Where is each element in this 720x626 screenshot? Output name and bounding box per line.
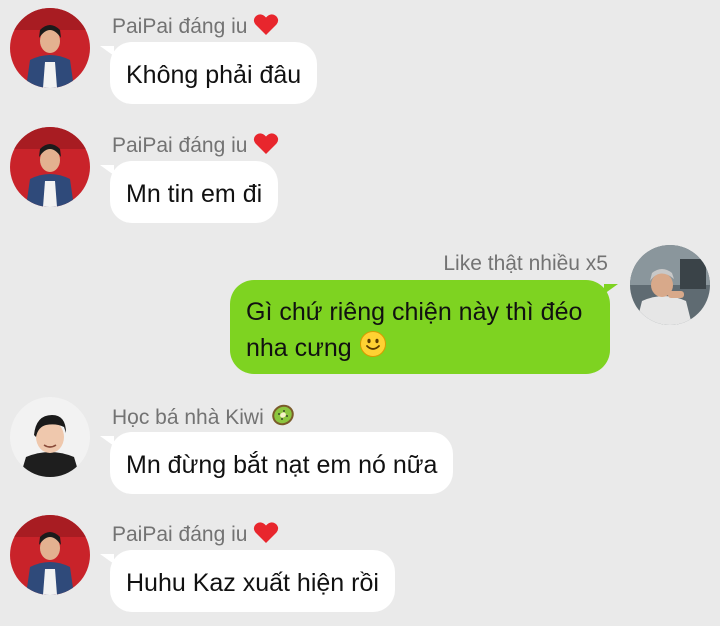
sender-name: PaiPai đáng iu <box>112 520 279 550</box>
avatar[interactable] <box>10 8 90 88</box>
message-text: nha cưng <box>246 334 352 362</box>
avatar[interactable] <box>10 397 90 477</box>
sender-name: Học bá nhà Kiwi <box>112 402 296 434</box>
sender-name: Like thật nhiều x5 <box>443 252 608 276</box>
message-text-line: nha cưng <box>246 330 594 368</box>
message-text-line: Gì chứ riêng chiện này thì đéo <box>246 298 583 326</box>
sender-name-text: PaiPai đáng iu <box>112 134 248 157</box>
heart-icon <box>253 12 279 42</box>
sender-name-text: PaiPai đáng iu <box>112 523 248 546</box>
sender-name: PaiPai đáng iu <box>112 131 279 161</box>
sender-name-text: Học bá nhà Kiwi <box>112 406 264 429</box>
heart-icon <box>253 131 279 161</box>
message-bubble[interactable]: Mn đừng bắt nạt em nó nữa <box>110 432 454 494</box>
heart-icon <box>253 520 279 550</box>
sender-name-text: Like thật nhiều x5 <box>443 252 608 275</box>
avatar[interactable] <box>10 515 90 595</box>
message-text: Huhu Kaz xuất hiện rồi <box>126 569 379 597</box>
kiwi-icon <box>270 402 296 434</box>
message-bubble[interactable]: Gì chứ riêng chiện này thì đéo nha cưng <box>230 280 610 374</box>
message-bubble[interactable]: Mn tin em đi <box>110 161 279 223</box>
smile-emoji-icon <box>359 330 387 368</box>
sender-name: PaiPai đáng iu <box>112 12 279 42</box>
message-text: Mn đừng bắt nạt em nó nữa <box>126 451 438 479</box>
message-text: Mn tin em đi <box>126 180 263 208</box>
sender-name-text: PaiPai đáng iu <box>112 15 248 38</box>
message-text: Không phải đâu <box>126 61 302 89</box>
avatar[interactable] <box>10 127 90 207</box>
message-bubble[interactable]: Không phải đâu <box>110 42 318 104</box>
avatar[interactable] <box>630 245 710 325</box>
message-bubble[interactable]: Huhu Kaz xuất hiện rồi <box>110 550 395 612</box>
